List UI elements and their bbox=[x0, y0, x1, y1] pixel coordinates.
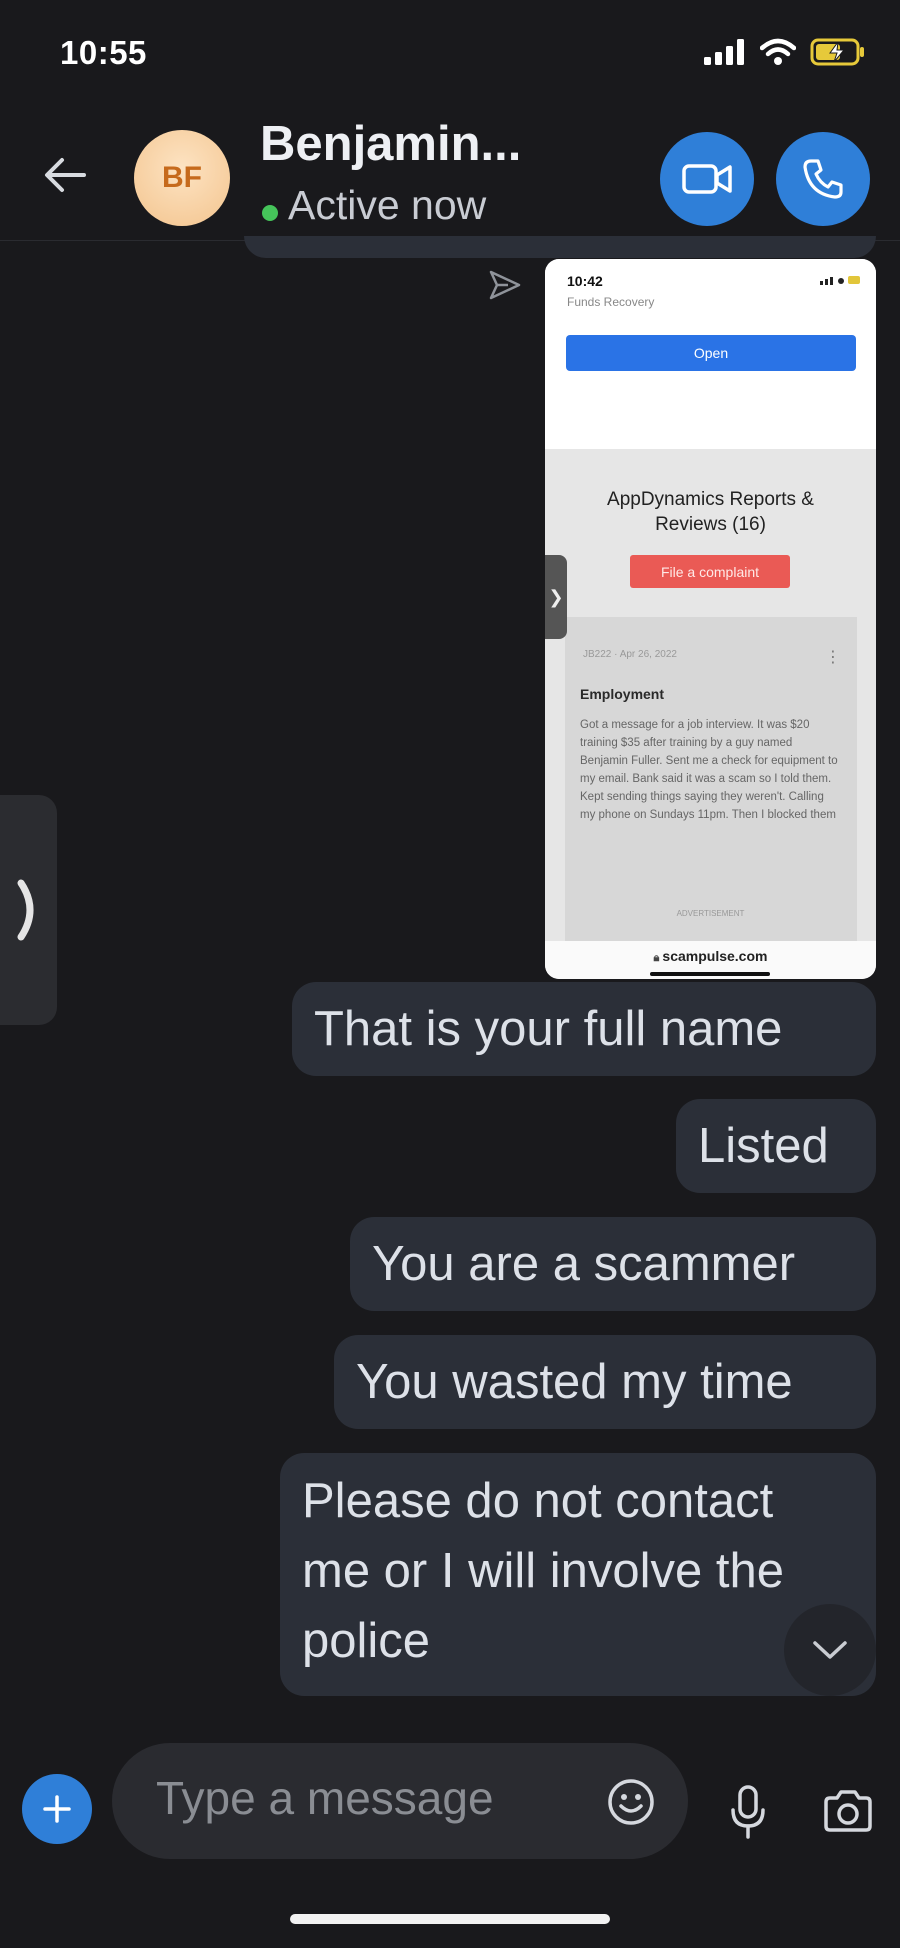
screenshot-review-meta: JB222 · Apr 26, 2022 bbox=[583, 649, 677, 660]
video-call-button[interactable] bbox=[660, 132, 754, 226]
screenshot-title: AppDynamics Reports & Reviews (16) bbox=[607, 489, 814, 535]
message-bubble[interactable]: You are a scammer bbox=[350, 1217, 876, 1311]
more-options-icon: ⋮ bbox=[825, 649, 841, 666]
chevron-down-icon bbox=[813, 1641, 847, 1659]
previous-message-bubble[interactable] bbox=[244, 236, 876, 258]
video-camera-icon bbox=[682, 164, 732, 194]
status-time: 10:55 bbox=[60, 34, 147, 71]
voice-call-button[interactable] bbox=[776, 132, 870, 226]
signal-icon bbox=[704, 39, 744, 65]
add-attachment-button[interactable] bbox=[22, 1774, 92, 1844]
online-status-dot bbox=[262, 205, 278, 221]
active-status: Active now bbox=[288, 182, 487, 228]
side-drawer-handle[interactable] bbox=[0, 795, 57, 1025]
avatar[interactable]: BF bbox=[134, 130, 230, 226]
image-gallery-handle[interactable]: ❯ bbox=[545, 555, 567, 639]
screenshot-review-title: Employment bbox=[580, 686, 665, 702]
chevron-right-icon bbox=[17, 879, 33, 941]
sent-status-icon bbox=[489, 270, 521, 300]
shared-screenshot-image[interactable]: 10:42 Funds Recovery Open AppDynamics Re… bbox=[545, 259, 876, 979]
plus-icon bbox=[43, 1795, 71, 1823]
message-input-placeholder: Type a message bbox=[156, 1772, 494, 1824]
wifi-icon bbox=[760, 38, 796, 65]
scroll-to-bottom-button[interactable] bbox=[784, 1604, 876, 1696]
phone-icon bbox=[803, 159, 843, 199]
screenshot-open-button: Open bbox=[566, 335, 856, 371]
contact-name[interactable]: Benjamin... bbox=[260, 116, 521, 172]
chat-header: BF Benjamin... Active now bbox=[0, 110, 900, 241]
emoji-icon[interactable] bbox=[606, 1777, 656, 1827]
screenshot-url: 🔒︎ scampulse.com bbox=[545, 948, 876, 965]
screenshot-review-body: Got a message for a job interview. It wa… bbox=[580, 719, 838, 821]
microphone-icon[interactable] bbox=[728, 1784, 768, 1840]
screenshot-status-icons bbox=[820, 275, 860, 285]
message-bubble[interactable]: Listed bbox=[676, 1099, 876, 1193]
screenshot-ad-label: ADVERTISEMENT bbox=[676, 909, 745, 918]
screenshot-url-text: scampulse.com bbox=[662, 948, 768, 964]
screenshot-home-indicator bbox=[650, 972, 770, 976]
back-arrow-icon[interactable] bbox=[40, 150, 90, 200]
screenshot-status-time: 10:42 bbox=[567, 273, 603, 289]
camera-icon[interactable] bbox=[822, 1788, 874, 1834]
message-bubble[interactable]: You wasted my time bbox=[334, 1335, 876, 1429]
home-indicator bbox=[290, 1914, 610, 1924]
message-bubble[interactable]: That is your full name bbox=[292, 982, 876, 1076]
status-icons bbox=[704, 38, 866, 66]
screenshot-complaint-button: File a complaint bbox=[630, 555, 790, 588]
message-input[interactable]: Type a message bbox=[112, 1743, 688, 1859]
battery-charging-icon bbox=[810, 38, 864, 66]
screenshot-top-label: Funds Recovery bbox=[567, 295, 655, 309]
